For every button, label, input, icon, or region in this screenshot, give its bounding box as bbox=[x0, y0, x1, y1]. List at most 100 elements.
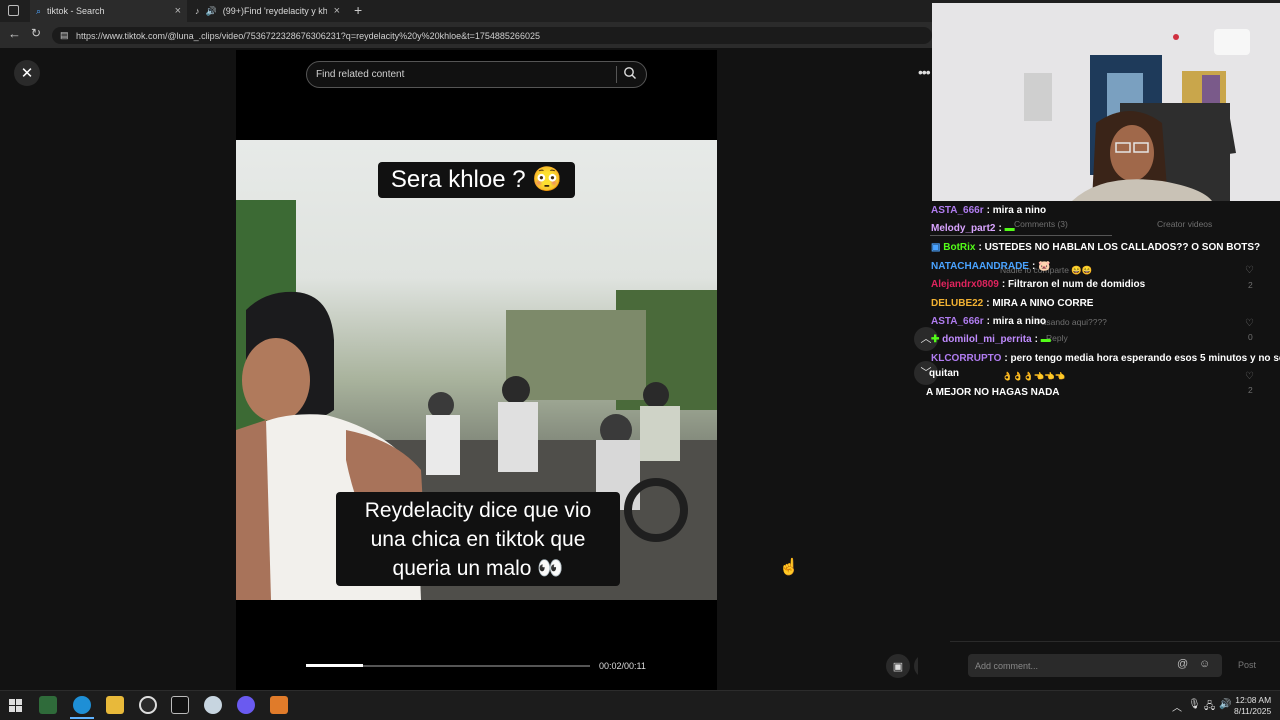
clock-time: 12:08 AM bbox=[1235, 695, 1272, 705]
close-video-button[interactable]: ✕ bbox=[14, 60, 40, 86]
more-options-icon[interactable]: ••• bbox=[918, 64, 931, 80]
related-search-input[interactable]: Find related content bbox=[306, 61, 647, 88]
search-placeholder: Find related content bbox=[316, 69, 405, 80]
video-frame-image: Sera khloe ? 😳 Reydelacity dice que vio … bbox=[236, 140, 717, 600]
url-text: https://www.tiktok.com/@luna_.clips/vide… bbox=[76, 30, 540, 41]
comment-2-likes: 0 bbox=[1248, 332, 1253, 342]
show-hidden-icons[interactable]: ︿ bbox=[1172, 699, 1182, 714]
chat-message: quitan bbox=[929, 368, 959, 379]
comment-2-text: Pasando aqui???? bbox=[1036, 317, 1107, 327]
tab-label: tiktok - Search bbox=[47, 6, 105, 16]
chat-user: BotRix bbox=[943, 242, 976, 253]
chat-emote: ▬ bbox=[1040, 334, 1051, 345]
chat-text: mira a nino bbox=[992, 316, 1047, 327]
close-tab-icon[interactable]: × bbox=[334, 5, 340, 17]
tab-creator-videos[interactable]: Creator videos bbox=[1157, 219, 1212, 229]
mouse-cursor-icon: ☝ bbox=[779, 559, 799, 576]
playback-time: 00:02/00:11 bbox=[599, 661, 646, 671]
site-info-icon[interactable]: ▤ bbox=[60, 30, 69, 41]
obs-icon[interactable] bbox=[139, 696, 157, 714]
chat-message: ✚ domilol_mi_perrita: ▬ bbox=[931, 334, 1051, 345]
close-tab-icon[interactable]: × bbox=[175, 5, 181, 17]
progress-fill bbox=[306, 664, 363, 667]
chat-message: A MEJOR NO HAGAS NADA bbox=[926, 387, 1060, 398]
chat-user: ASTA_666r bbox=[931, 316, 984, 327]
chat-text: A MEJOR NO HAGAS NADA bbox=[926, 387, 1060, 398]
tab-actions-icon[interactable] bbox=[8, 5, 19, 16]
chat-message: ASTA_666r: mira a nino bbox=[931, 316, 1047, 327]
chat-user: domilol_mi_perrita bbox=[942, 334, 1032, 345]
chat-text: pero tengo media hora esperando esos 5 m… bbox=[1010, 353, 1280, 364]
chat-user: NATACHAANDRADE bbox=[931, 261, 1029, 272]
microphone-icon[interactable]: 🎙 bbox=[1188, 699, 1201, 710]
caption-bottom: Reydelacity dice que vio una chica en ti… bbox=[336, 492, 620, 586]
chat-message: Melody_part2: ▬ bbox=[931, 223, 1015, 234]
epic-games-icon[interactable] bbox=[171, 696, 189, 714]
chat-message: Alejandrx0809: Filtraron el num de domid… bbox=[931, 279, 1146, 290]
miniplayer-icon[interactable]: ▣ bbox=[886, 654, 910, 678]
tab-label: (99+)Find 'reydelacity y khlo bbox=[222, 6, 327, 16]
chat-user: Alejandrx0809 bbox=[931, 279, 999, 290]
clock-date: 8/11/2025 bbox=[1234, 706, 1272, 716]
chat-user: DELUBE22 bbox=[931, 298, 984, 309]
heart-icon[interactable]: ♡ bbox=[1245, 318, 1254, 329]
comment-placeholder: Add comment... bbox=[975, 660, 1039, 671]
chat-message: KLCORRUPTO: pero tengo media hora espera… bbox=[931, 353, 1280, 364]
heart-icon[interactable]: ♡ bbox=[1245, 265, 1254, 276]
chat-user: KLCORRUPTO bbox=[931, 353, 1002, 364]
chat-emote: ▬ bbox=[1004, 223, 1015, 234]
search-icon: ⌕ bbox=[36, 5, 42, 16]
volume-tray-icon[interactable]: 🔊 bbox=[1219, 699, 1231, 710]
terminal-icon[interactable] bbox=[39, 696, 57, 714]
network-icon[interactable]: 🖧 bbox=[1204, 699, 1215, 716]
new-tab-icon[interactable]: + bbox=[354, 2, 362, 18]
tab-tiktok[interactable]: ♪ 🔊 (99+)Find 'reydelacity y khlo × bbox=[189, 0, 346, 22]
caption-line-1: Reydelacity dice que vio bbox=[364, 499, 592, 522]
webcam-overlay bbox=[932, 3, 1280, 201]
speaker-icon[interactable]: 🔊 bbox=[206, 6, 217, 17]
taskbar-clock[interactable]: 12:08 AM 8/11/2025 bbox=[1234, 695, 1271, 717]
chat-text: mira a nino bbox=[992, 205, 1047, 216]
tab-search[interactable]: ⌕ tiktok - Search × bbox=[30, 0, 187, 22]
edge-icon[interactable] bbox=[73, 696, 91, 714]
chat-user: ASTA_666r bbox=[931, 205, 984, 216]
refresh-icon[interactable]: ↻ bbox=[31, 26, 41, 40]
badge-icon: ▣ bbox=[931, 242, 941, 253]
chat-text: quitan bbox=[929, 368, 959, 379]
chat-user: Melody_part2 bbox=[931, 223, 996, 234]
search-divider bbox=[616, 66, 617, 83]
file-explorer-icon[interactable] bbox=[106, 696, 124, 714]
chat-message: NATACHAANDRADE: 🐷 bbox=[931, 261, 1051, 272]
caption-line-3: queria un malo 👀 bbox=[392, 557, 564, 580]
mention-icon[interactable]: @ bbox=[1177, 658, 1188, 670]
search-icon[interactable] bbox=[623, 66, 637, 80]
back-icon[interactable]: ← bbox=[8, 26, 21, 41]
tab-underline bbox=[930, 235, 1112, 236]
url-field[interactable]: ▤ https://www.tiktok.com/@luna_.clips/vi… bbox=[52, 27, 932, 44]
emoji-icon[interactable]: ☺ bbox=[1199, 658, 1210, 670]
tiktok-icon: ♪ bbox=[195, 6, 200, 16]
taskbar bbox=[0, 690, 1280, 720]
comment-1-likes: 2 bbox=[1248, 280, 1253, 290]
tab-comments[interactable]: Comments (3) bbox=[1014, 219, 1068, 229]
chat-text: MIRA A NINO CORRE bbox=[992, 298, 1094, 309]
image-app-icon[interactable] bbox=[270, 696, 288, 714]
chat-message: ASTA_666r: mira a nino bbox=[931, 205, 1047, 216]
badge-icon: ✚ bbox=[931, 334, 940, 345]
chat-text: USTEDES NO HABLAN LOS CALLADOS?? O SON B… bbox=[984, 242, 1261, 253]
chat-emote: 🐷 bbox=[1038, 261, 1051, 272]
start-icon[interactable] bbox=[9, 699, 22, 712]
post-button[interactable]: Post bbox=[1238, 660, 1256, 670]
discord-icon[interactable] bbox=[237, 696, 255, 714]
comment-3-likes: 2 bbox=[1248, 385, 1253, 395]
steam-icon[interactable] bbox=[204, 696, 222, 714]
chat-message: ▣ BotRix: USTEDES NO HABLAN LOS CALLADOS… bbox=[931, 242, 1261, 253]
caption-top: Sera khloe ? 😳 bbox=[378, 162, 575, 198]
comment-3-text: 👌👌👌👈👈👈 bbox=[1002, 371, 1066, 381]
active-app-indicator bbox=[70, 717, 94, 719]
caption-line-2: una chica en tiktok que bbox=[370, 528, 586, 551]
heart-icon[interactable]: ♡ bbox=[1245, 371, 1254, 382]
chat-text: Filtraron el num de domidios bbox=[1007, 279, 1146, 290]
comment-input-divider bbox=[950, 641, 1280, 642]
chat-message: DELUBE22: MIRA A NINO CORRE bbox=[931, 298, 1094, 309]
